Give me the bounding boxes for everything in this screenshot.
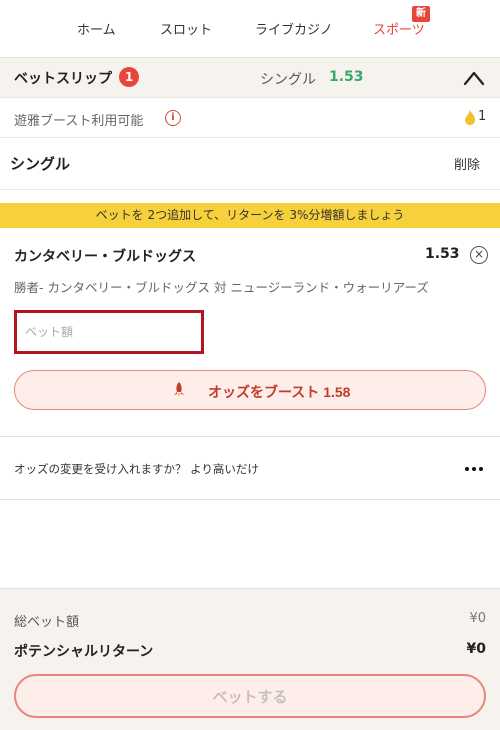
potential-return-label: ポテンシャルリターン [14, 644, 154, 660]
boost-available-label: 遊雅ブースト利用可能 [14, 114, 144, 129]
single-label: シングル [10, 155, 71, 173]
nav-item-home[interactable]: ホーム [77, 19, 116, 38]
total-odds: 1.53 [329, 69, 364, 85]
delete-all-button[interactable]: 削除 [454, 154, 480, 173]
info-icon[interactable]: i [165, 110, 181, 126]
selection-name: カンタベリー・ブルドッグス [14, 249, 196, 265]
place-bet-button[interactable]: ベットする [14, 674, 486, 718]
more-options-icon[interactable] [465, 465, 485, 473]
selection-market: 勝者- カンタベリー・ブルドッグス 対 ニュージーランド・ウォーリアーズ [14, 280, 429, 295]
boost-availability-row: 遊雅ブースト利用可能 i 1 [0, 97, 500, 138]
selection-card: カンタベリー・ブルドッグス 1.53 × 勝者- カンタベリー・ブルドッグス 対… [0, 228, 500, 436]
odds-change-setting[interactable]: オッズの変更を受け入れますか？ より高いだけ [0, 436, 500, 500]
total-stake-value: ¥0 [469, 611, 486, 626]
bet-mode-label: シングル [260, 72, 316, 88]
spacer [0, 190, 500, 203]
boost-available-count: 1 [478, 109, 487, 124]
selection-count-badge: 1 [119, 67, 139, 87]
single-section-header: シングル 削除 [0, 138, 500, 190]
betslip-title: ベットスリップ [14, 71, 112, 87]
new-badge: 新 [412, 6, 430, 22]
empty-area [0, 500, 500, 588]
betslip-header[interactable]: ベットスリップ 1 シングル 1.53 [0, 57, 500, 97]
odds-change-label: オッズの変更を受け入れますか？ より高いだけ [14, 462, 259, 476]
potential-return-value: ¥0 [466, 641, 486, 657]
stake-input[interactable] [14, 310, 204, 354]
boost-fire-icon [465, 110, 475, 125]
chevron-up-icon[interactable] [462, 68, 486, 88]
boost-odds-button[interactable]: オッズをブースト 1.58 [14, 370, 486, 410]
nav-item-live-casino[interactable]: ライブカジノ [255, 19, 333, 38]
close-icon[interactable]: × [470, 246, 488, 264]
boost-odds-button-label: オッズをブースト 1.58 [208, 384, 351, 400]
total-stake-label: 総ベット額 [14, 615, 80, 630]
bet-summary: 総ベット額 ¥0 ポテンシャルリターン ¥0 ベットする [0, 588, 500, 730]
top-navigation: ホーム スロット ライブカジノ スポーツ 新 [0, 0, 500, 57]
nav-item-slots[interactable]: スロット [160, 19, 212, 38]
selection-odds: 1.53 [425, 246, 460, 262]
rocket-icon [174, 382, 184, 397]
acca-promo-banner: ベットを 2つ追加して、リターンを 3%分増額しましょう [0, 203, 500, 228]
